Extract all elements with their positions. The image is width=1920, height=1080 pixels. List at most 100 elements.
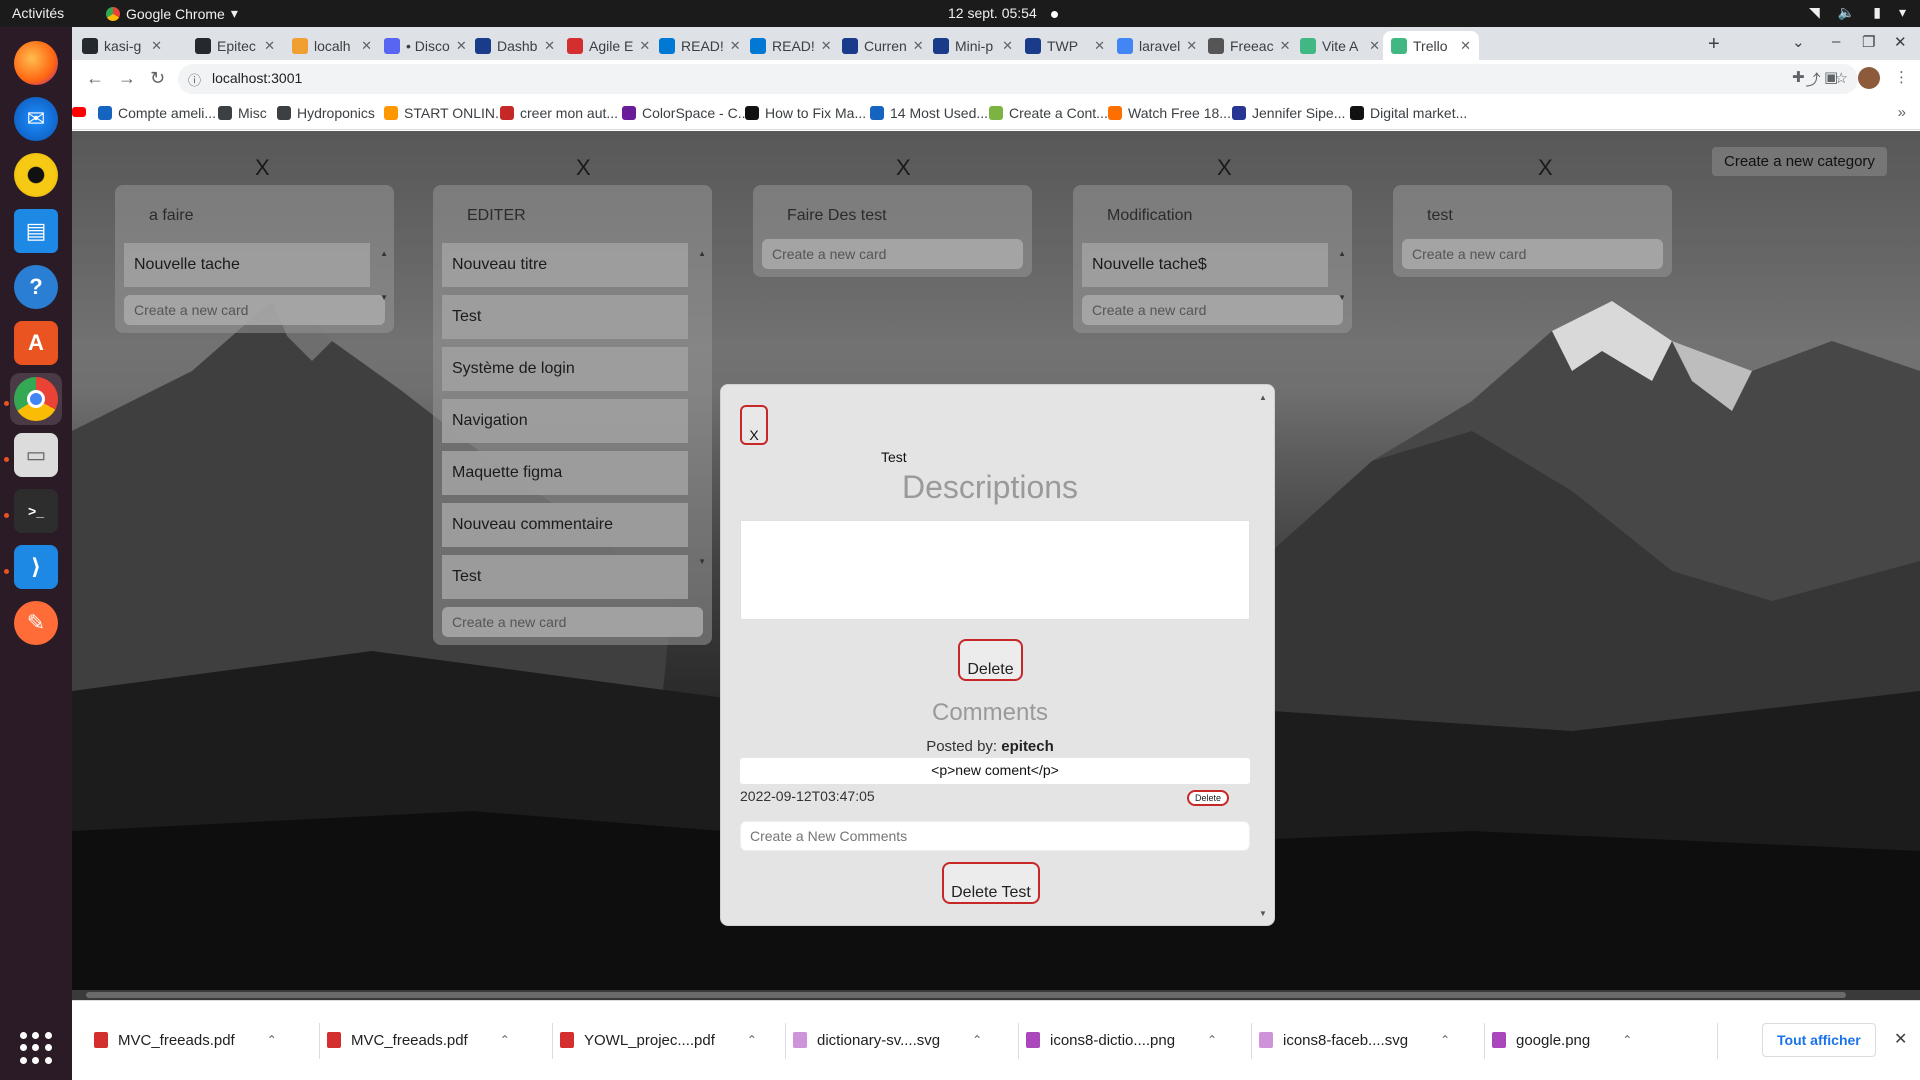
bookmark-item[interactable]: 14 Most Used... (870, 105, 988, 121)
menu-icon[interactable]: ⋮ (1894, 68, 1909, 86)
card[interactable]: Nouvelle tache$ (1082, 243, 1328, 287)
tab-close-icon[interactable]: ✕ (264, 38, 275, 54)
dock-writer[interactable]: ▤ (10, 205, 62, 257)
horizontal-scrollbar[interactable] (72, 990, 1920, 1000)
column-close-button[interactable]: X (1538, 155, 1553, 181)
scroll-down-icon[interactable]: ▼ (1259, 909, 1267, 918)
browser-tab[interactable]: Mini-p ✕ (925, 31, 1021, 60)
download-item[interactable]: YOWL_projec....pdf ⌃ (560, 1017, 757, 1063)
tab-close-icon[interactable]: ✕ (1460, 38, 1471, 54)
scroll-down-icon[interactable]: ▼ (380, 293, 388, 302)
column-title[interactable]: Modification (1073, 185, 1352, 239)
download-item[interactable]: MVC_freeads.pdf ⌃ (94, 1017, 277, 1063)
delete-comment-button[interactable]: Delete (1187, 790, 1229, 806)
scroll-up-icon[interactable]: ▲ (698, 249, 706, 258)
browser-tab[interactable]: Dashb ✕ (467, 31, 563, 60)
scroll-down-icon[interactable]: ▼ (698, 557, 706, 566)
browser-tab[interactable]: Vite A ✕ (1292, 31, 1388, 60)
dock-firefox[interactable] (10, 37, 62, 89)
minimize-button[interactable]: – (1832, 33, 1840, 50)
bookmark-item[interactable]: Hydroponics (277, 105, 375, 121)
dock-postman[interactable]: ✎ (10, 597, 62, 649)
modal-scrollbar[interactable]: ▲ ▼ (1259, 393, 1269, 918)
address-bar[interactable]: ⓘ localhost:3001 ⤴ ☆ (178, 64, 1858, 94)
forward-icon[interactable]: → (118, 68, 136, 89)
browser-tab[interactable]: laravel ✕ (1109, 31, 1205, 60)
tab-close-icon[interactable]: ✕ (1369, 38, 1380, 54)
chevron-up-icon[interactable]: ⌃ (267, 1033, 277, 1047)
bookmark-item[interactable]: Digital market... (1350, 105, 1467, 121)
back-icon[interactable]: ← (86, 68, 104, 89)
dock-files[interactable]: ▭ (10, 429, 62, 481)
description-textarea[interactable] (740, 520, 1250, 620)
scroll-up-icon[interactable]: ▲ (380, 249, 388, 258)
tab-close-icon[interactable]: ✕ (544, 38, 555, 54)
app-menu[interactable]: Google Chrome ▾ (106, 5, 238, 22)
system-tray[interactable]: ◥ 🔈 ▮ ▾ (1809, 4, 1906, 21)
column-close-button[interactable]: X (896, 155, 911, 181)
bookmark-item[interactable]: How to Fix Ma... (745, 105, 866, 121)
site-info-icon[interactable]: ⓘ (188, 70, 201, 89)
dock-terminal[interactable]: >_ (10, 485, 62, 537)
side-panel-icon[interactable]: ▣ (1824, 68, 1838, 86)
chevron-up-icon[interactable]: ⌃ (972, 1033, 982, 1047)
clock[interactable]: 12 sept. 05:54 (948, 5, 1058, 21)
new-card-input[interactable]: Create a new card (1402, 239, 1663, 269)
browser-tab[interactable]: TWP ✕ (1017, 31, 1113, 60)
bookmark-item[interactable]: ColorSpace - C... (622, 105, 749, 121)
tab-close-icon[interactable]: ✕ (1186, 38, 1197, 54)
browser-tab[interactable]: Agile E ✕ (559, 31, 655, 60)
dock-software[interactable]: A (10, 317, 62, 369)
column-close-button[interactable]: X (576, 155, 591, 181)
new-card-input[interactable]: Create a new card (762, 239, 1023, 269)
chevron-up-icon[interactable]: ⌃ (1207, 1033, 1217, 1047)
dock-vscode[interactable]: ⟩ (10, 541, 62, 593)
tab-search-icon[interactable]: ⌄ (1792, 33, 1805, 51)
browser-tab[interactable]: READ! ✕ (742, 31, 838, 60)
dock-rhythmbox[interactable] (10, 149, 62, 201)
bookmark-item[interactable]: creer mon aut... (500, 105, 618, 121)
card[interactable]: Test (442, 295, 688, 339)
download-item[interactable]: google.png ⌃ (1492, 1017, 1632, 1063)
tab-close-icon[interactable]: ✕ (1280, 38, 1291, 54)
create-category-button[interactable]: Create a new category (1712, 147, 1887, 176)
close-window-button[interactable]: ✕ (1894, 33, 1907, 51)
tab-close-icon[interactable]: ✕ (456, 38, 467, 54)
browser-tab[interactable]: READ! ✕ (651, 31, 747, 60)
column-title[interactable]: test (1393, 185, 1672, 239)
show-applications-icon[interactable] (20, 1032, 52, 1064)
delete-description-button[interactable]: Delete (958, 639, 1023, 681)
new-card-input[interactable]: Create a new card (442, 607, 703, 637)
chevron-up-icon[interactable]: ⌃ (1440, 1033, 1450, 1047)
bookmark-item[interactable]: Compte ameli... (98, 105, 216, 121)
activities-button[interactable]: Activités (12, 5, 64, 21)
column-close-button[interactable]: X (255, 155, 270, 181)
tab-close-icon[interactable]: ✕ (361, 38, 372, 54)
card[interactable]: Nouveau titre (442, 243, 688, 287)
scroll-up-icon[interactable]: ▲ (1338, 249, 1346, 258)
chevron-up-icon[interactable]: ⌃ (747, 1033, 757, 1047)
tab-close-icon[interactable]: ✕ (639, 38, 650, 54)
tab-close-icon[interactable]: ✕ (821, 38, 832, 54)
more-bookmarks-icon[interactable]: » (1898, 104, 1906, 121)
maximize-button[interactable]: ❐ (1862, 33, 1875, 51)
browser-tab[interactable]: localh ✕ (284, 31, 380, 60)
tab-close-icon[interactable]: ✕ (1002, 38, 1013, 54)
modal-close-button[interactable]: X (740, 405, 768, 445)
share-icon[interactable]: ⤴ (1806, 69, 1821, 90)
tab-close-icon[interactable]: ✕ (151, 38, 162, 54)
dock-chrome[interactable] (10, 373, 62, 425)
scroll-up-icon[interactable]: ▲ (1259, 393, 1267, 402)
browser-tab[interactable]: • Disco ✕ (376, 31, 472, 60)
bookmark-item[interactable]: START ONLIN... (384, 105, 507, 121)
bookmark-item[interactable]: Jennifer Sipe... (1232, 105, 1345, 121)
bookmark-item[interactable]: Create a Cont... (989, 105, 1108, 121)
card[interactable]: Système de login (442, 347, 688, 391)
bookmark-item[interactable]: Misc (218, 105, 267, 121)
scrollbar-thumb[interactable] (86, 992, 1846, 998)
new-card-input[interactable]: Create a new card (124, 295, 385, 325)
chevron-up-icon[interactable]: ⌃ (500, 1033, 510, 1047)
show-all-downloads-button[interactable]: Tout afficher (1762, 1023, 1876, 1057)
browser-tab[interactable]: Freeac ✕ (1200, 31, 1296, 60)
new-comment-input[interactable] (740, 821, 1250, 851)
